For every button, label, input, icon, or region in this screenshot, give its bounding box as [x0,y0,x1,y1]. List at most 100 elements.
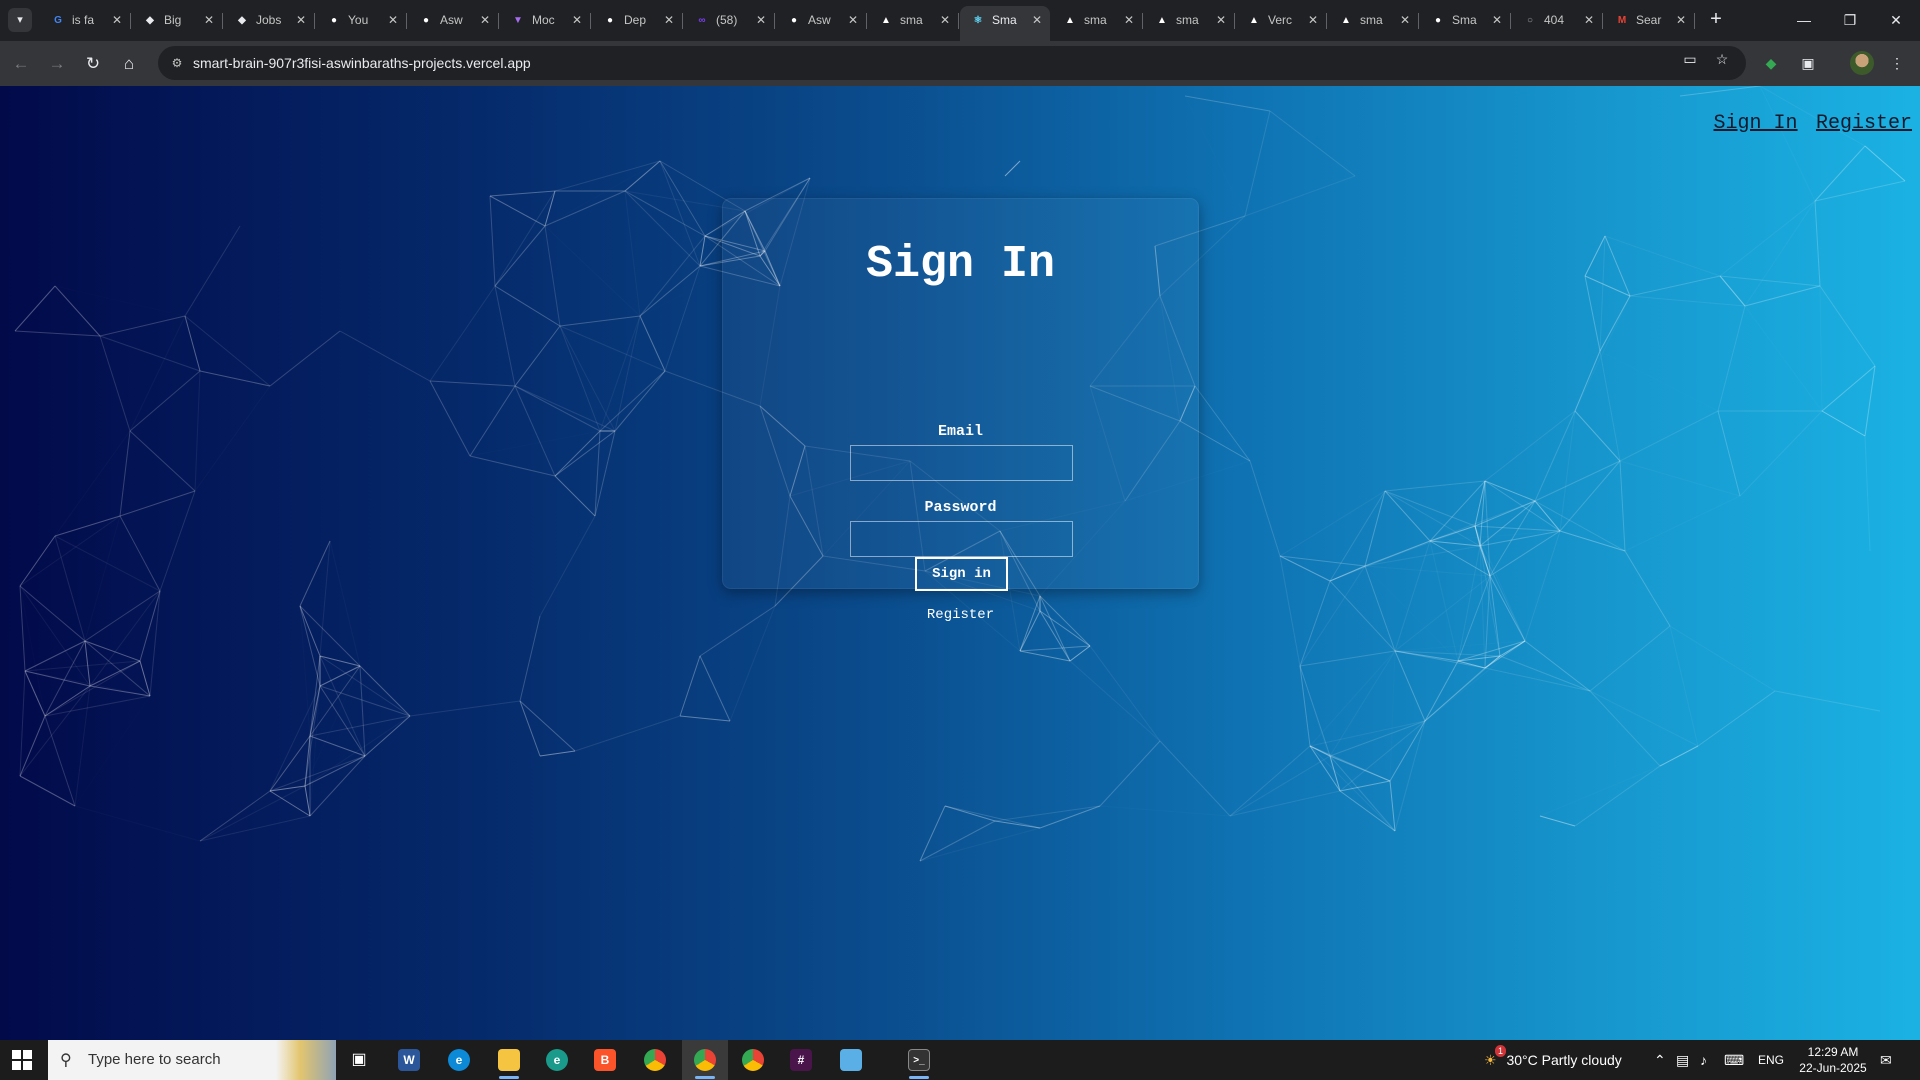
back-button[interactable]: ← [6,49,36,79]
tab-close-icon[interactable]: ✕ [1124,6,1134,35]
browser-tab[interactable]: ⚛ Sma ✕ [960,6,1050,41]
chrome-active-icon[interactable] [682,1040,728,1080]
browser-tab[interactable]: ◆ Jobs ✕ [224,6,315,35]
nav-signin-link[interactable]: Sign In [1714,112,1798,135]
slack-icon[interactable]: # [778,1040,824,1080]
nav-register-link[interactable]: Register [1816,112,1912,135]
restore-button[interactable]: ❐ [1827,0,1873,40]
signin-button[interactable]: Sign in [915,557,1008,591]
vercel-icon: ▲ [1341,15,1351,26]
brave-icon[interactable]: B [582,1040,628,1080]
search-icon: ⚲ [60,1052,72,1069]
tab-close-icon[interactable]: ✕ [388,6,398,35]
notifications-icon[interactable]: ✉ [1880,1040,1892,1080]
vercel-icon: ▲ [881,15,891,26]
tray-overflow-icon[interactable]: ⌃ [1654,1040,1666,1080]
particle-link [19,715,46,777]
tab-close-icon[interactable]: ✕ [480,6,490,35]
particle-link [1339,790,1396,832]
close-window-button[interactable]: ✕ [1873,0,1919,40]
tab-close-icon[interactable]: ✕ [572,6,582,35]
new-tab-button[interactable]: + [1704,8,1728,32]
tab-close-icon[interactable]: ✕ [1676,6,1686,35]
browser-tab[interactable]: ● Asw ✕ [776,6,867,35]
browser-menu-icon[interactable]: ⋮ [1886,52,1908,74]
browser-tab[interactable]: ▲ Verc ✕ [1236,6,1327,35]
tab-close-icon[interactable]: ✕ [204,6,214,35]
reload-button[interactable]: ↻ [78,49,108,79]
file-explorer-icon[interactable] [486,1040,532,1080]
address-url[interactable]: smart-brain-907r3fisi-aswinbaraths-proje… [193,46,531,80]
particle-link [1365,566,1490,576]
browser-tab[interactable]: M Sear ✕ [1604,6,1695,35]
tab-close-icon[interactable]: ✕ [940,6,950,35]
bookmark-star-icon[interactable]: ☆ [1712,49,1732,69]
chrome-profile-icon[interactable] [730,1040,776,1080]
particle-link [19,515,121,587]
keyboard-icon[interactable]: ⌨ [1724,1040,1744,1080]
notepad-icon[interactable] [828,1040,874,1080]
browser-tab[interactable]: ● Sma ✕ [1420,6,1511,35]
browser-tab[interactable]: ▲ sma ✕ [1052,6,1143,35]
vercel-icon: ▲ [1157,15,1167,26]
browser-tab[interactable]: Gis fa ✕ [40,6,131,35]
particle-link [139,660,151,697]
browser-tab[interactable]: ○ 404 ✕ [1512,6,1603,35]
terminal-icon[interactable]: >_ [896,1040,942,1080]
register-link[interactable]: Register [723,607,1198,623]
word-icon[interactable]: W [386,1040,432,1080]
tab-close-icon[interactable]: ✕ [1216,6,1226,35]
extension-layers-icon[interactable]: ◆ [1760,52,1782,74]
site-info-icon[interactable]: ⚙ [168,54,186,72]
windows-start-icon[interactable] [12,1050,32,1070]
task-view-icon[interactable]: ▣ [336,1040,382,1080]
volume-icon[interactable]: ♪ [1700,1040,1707,1080]
tab-close-icon[interactable]: ✕ [1308,6,1318,35]
password-field[interactable] [850,521,1073,557]
particle-link [299,605,361,667]
taskbar-search-box[interactable]: ⚲ Type here to search [48,1040,336,1080]
browser-tab[interactable]: ◆ Big ✕ [132,6,223,35]
browser-tab[interactable]: ● Asw ✕ [408,6,499,35]
tab-close-icon[interactable]: ✕ [1400,6,1410,35]
language-indicator[interactable]: ENG [1758,1040,1784,1080]
chrome-icon[interactable] [632,1040,678,1080]
browser-tab[interactable]: ▼ Moc ✕ [500,6,591,35]
browser-tab[interactable]: ∞ (58) ✕ [684,6,775,35]
tab-close-icon[interactable]: ✕ [1492,6,1502,35]
google-icon: G [54,15,62,26]
extensions-puzzle-icon[interactable]: ▣ [1797,52,1819,74]
address-bar[interactable]: ⚙ smart-brain-907r3fisi-aswinbaraths-pro… [158,46,1746,80]
browser-tab[interactable]: ▲ sma ✕ [1328,6,1419,35]
weather-icon: ☀ [1484,1052,1497,1068]
browser-tab[interactable]: ● You ✕ [316,6,407,35]
network-icon[interactable]: ▤ [1676,1040,1689,1080]
tab-close-icon[interactable]: ✕ [1032,6,1042,35]
forward-button[interactable]: → [42,49,72,79]
browser-tab[interactable]: ▲ sma ✕ [1144,6,1235,35]
tab-search-button[interactable]: ▾ [8,8,32,32]
tab-separator [1326,13,1327,29]
email-field[interactable] [850,445,1073,481]
tab-close-icon[interactable]: ✕ [296,6,306,35]
browser-tab[interactable]: ● Dep ✕ [592,6,683,35]
tab-close-icon[interactable]: ✕ [848,6,858,35]
tab-title: Sma [1452,13,1477,27]
taskbar-clock[interactable]: 12:29 AM 22-Jun-2025 [1792,1044,1874,1076]
particle-link [129,370,201,432]
particle-link [554,430,601,477]
home-button[interactable]: ⌂ [114,49,144,79]
particle-link [1739,410,1823,497]
edge-icon[interactable]: e [436,1040,482,1080]
particle-link [679,655,701,717]
tab-close-icon[interactable]: ✕ [1584,6,1594,35]
profile-avatar[interactable] [1850,51,1874,75]
edge-dev-icon[interactable]: e [534,1040,580,1080]
tab-close-icon[interactable]: ✕ [756,6,766,35]
weather-widget[interactable]: ☀ 1 30°C Partly cloudy [1484,1040,1622,1080]
browser-tab[interactable]: ▲ sma ✕ [868,6,959,35]
minimize-button[interactable]: — [1781,0,1827,40]
install-app-icon[interactable]: ▭ [1680,49,1700,69]
tab-close-icon[interactable]: ✕ [112,6,122,35]
tab-close-icon[interactable]: ✕ [664,6,674,35]
